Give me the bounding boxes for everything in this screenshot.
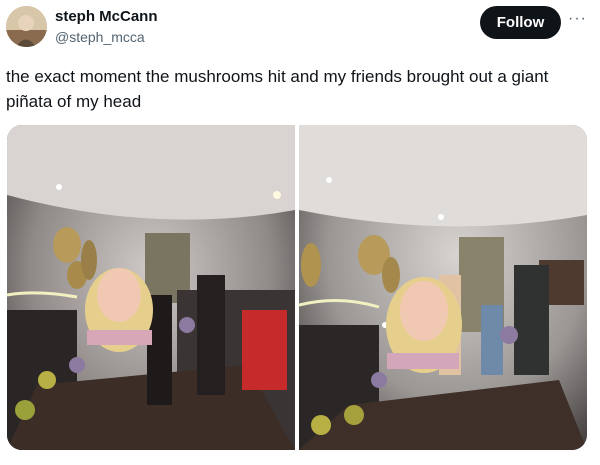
author-display-name[interactable]: steph McCann (55, 8, 158, 25)
tweet-photo-right[interactable] (299, 125, 587, 450)
tweet-text: the exact moment the mushrooms hit and m… (6, 67, 549, 111)
author-handle[interactable]: @steph_mcca (55, 29, 145, 45)
follow-button[interactable]: Follow (480, 6, 561, 39)
more-options-icon[interactable]: ··· (568, 10, 587, 28)
author-avatar[interactable] (6, 6, 47, 47)
avatar-image (6, 6, 47, 47)
tweet-photo-left[interactable] (7, 125, 295, 450)
